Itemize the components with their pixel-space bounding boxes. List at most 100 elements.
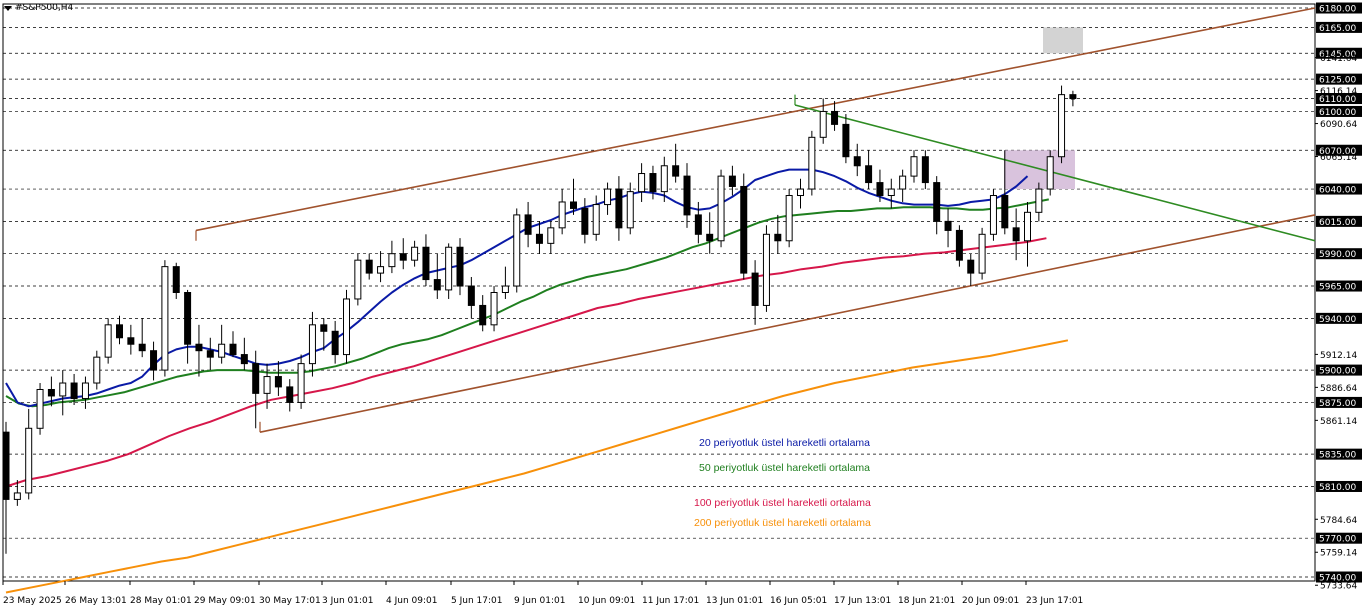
bullish-candle-body bbox=[808, 136, 816, 190]
bearish-candle-body bbox=[127, 337, 135, 345]
ema200-line bbox=[5, 339, 1069, 594]
price-chart[interactable]: 6180.006165.006145.006125.006110.006100.… bbox=[0, 0, 1362, 611]
price-label-text: 6165.00 bbox=[1319, 24, 1356, 34]
price-label-text: 5875.00 bbox=[1319, 399, 1356, 409]
bullish-candle-body bbox=[638, 173, 646, 193]
bearish-candle-body bbox=[649, 173, 657, 193]
x-tick-label: 4 Jun 09:01 bbox=[386, 596, 437, 606]
x-tick-label: 9 Jun 01:01 bbox=[514, 596, 565, 606]
candle bbox=[728, 165, 736, 196]
price-label-text: 5770.00 bbox=[1319, 535, 1356, 545]
bearish-candle-body bbox=[615, 188, 623, 229]
candle bbox=[81, 376, 89, 409]
y-tick-label: 5759.14 bbox=[1320, 549, 1357, 559]
bearish-candle-body bbox=[1001, 195, 1009, 229]
bearish-candle-body bbox=[876, 182, 884, 197]
bullish-candle-body bbox=[81, 382, 89, 400]
candle bbox=[93, 350, 101, 390]
price-label-box: 5810.00 bbox=[1316, 480, 1362, 493]
candle bbox=[933, 176, 941, 235]
x-tick-label: 26 May 13:01 bbox=[65, 596, 127, 606]
price-label-box: 5875.00 bbox=[1316, 396, 1362, 409]
candle bbox=[535, 221, 543, 254]
candle bbox=[762, 225, 770, 312]
current-price-text: 6110.00 bbox=[1319, 95, 1356, 105]
candle bbox=[127, 324, 135, 355]
y-tick-label: 6065.14 bbox=[1320, 153, 1357, 163]
candle bbox=[1046, 150, 1054, 196]
price-label-box: 5940.00 bbox=[1316, 312, 1362, 325]
candle bbox=[1024, 201, 1031, 267]
y-tick-label: 5912.14 bbox=[1320, 351, 1357, 361]
bearish-candle-body bbox=[467, 285, 475, 306]
bearish-candle-body bbox=[831, 110, 839, 125]
bearish-candle-body bbox=[172, 266, 180, 293]
price-label-box: 5770.00 bbox=[1316, 532, 1362, 545]
current-price-box: 6110.00 bbox=[1316, 93, 1362, 105]
bearish-candle-body bbox=[524, 214, 532, 235]
candle bbox=[604, 182, 612, 215]
bearish-candle-body bbox=[320, 324, 328, 332]
bullish-candle-body bbox=[1024, 211, 1031, 242]
candle bbox=[638, 163, 646, 202]
bullish-candle-body bbox=[1046, 156, 1054, 190]
bearish-candle-body bbox=[694, 214, 702, 235]
bullish-candle-body bbox=[343, 298, 350, 356]
price-label-text: 5810.00 bbox=[1319, 483, 1356, 493]
candle bbox=[286, 379, 294, 412]
chevron-down-icon[interactable] bbox=[4, 5, 12, 11]
x-tick-label: 17 Jun 13:01 bbox=[834, 596, 891, 606]
bullish-candle-body bbox=[513, 214, 521, 287]
symbol-text: #S&P500,H4 bbox=[15, 3, 74, 13]
candle bbox=[865, 150, 873, 190]
x-tick-label: 28 May 01:01 bbox=[130, 596, 192, 606]
candle bbox=[229, 331, 237, 358]
grid-lines bbox=[2, 3, 1316, 582]
bearish-candle-body bbox=[955, 229, 963, 261]
candle bbox=[445, 243, 453, 299]
bearish-candle-body bbox=[1012, 227, 1020, 242]
bearish-candle-body bbox=[706, 233, 714, 242]
bearish-candle-body bbox=[229, 343, 237, 356]
y-tick-label: 5861.14 bbox=[1320, 417, 1357, 427]
symbol-label[interactable]: #S&P500,H4 bbox=[4, 3, 73, 13]
candle bbox=[683, 163, 691, 228]
candle bbox=[1012, 208, 1020, 261]
bullish-candle-body bbox=[104, 324, 112, 358]
bullish-candle-body bbox=[490, 292, 498, 326]
bearish-candle-body bbox=[535, 233, 543, 244]
candle bbox=[831, 101, 839, 131]
bullish-candle-body bbox=[377, 266, 385, 274]
candle bbox=[331, 320, 339, 364]
price-label-text: 5965.00 bbox=[1319, 283, 1356, 293]
candle bbox=[967, 253, 975, 287]
bearish-candle-body bbox=[399, 253, 407, 261]
y-tick-label: 5784.64 bbox=[1320, 516, 1357, 526]
bullish-candle-body bbox=[36, 388, 44, 429]
bearish-candle-body bbox=[853, 156, 861, 167]
bullish-candle-body bbox=[501, 285, 509, 293]
bearish-candle-body bbox=[47, 388, 55, 397]
legend-ema100: 100 periyotluk üstel hareketli ortalama bbox=[694, 497, 871, 509]
x-tick-label: 29 May 09:01 bbox=[194, 596, 256, 606]
candle bbox=[785, 189, 793, 248]
y-tick-label: 5733.64 bbox=[1320, 582, 1357, 592]
candle bbox=[524, 201, 532, 248]
bearish-candle-body bbox=[2, 431, 10, 500]
candle bbox=[694, 201, 702, 244]
bearish-candle-body bbox=[570, 201, 577, 209]
bullish-candle-body bbox=[411, 246, 419, 261]
candle bbox=[36, 383, 44, 435]
candle bbox=[955, 225, 963, 267]
candle bbox=[944, 208, 952, 248]
x-tick-label: 11 Jun 17:01 bbox=[642, 596, 699, 606]
candle bbox=[195, 324, 203, 377]
legend-ema20: 20 periyotluk üstel hareketli ortalama bbox=[699, 437, 871, 449]
candle bbox=[116, 315, 123, 345]
bearish-candle-body bbox=[331, 330, 339, 356]
x-tick-label: 16 Jun 05:01 bbox=[770, 596, 827, 606]
price-label-box: 6100.00 bbox=[1316, 105, 1362, 118]
price-label-box: 6125.00 bbox=[1316, 73, 1362, 86]
candle bbox=[399, 238, 407, 270]
candle bbox=[377, 251, 385, 283]
